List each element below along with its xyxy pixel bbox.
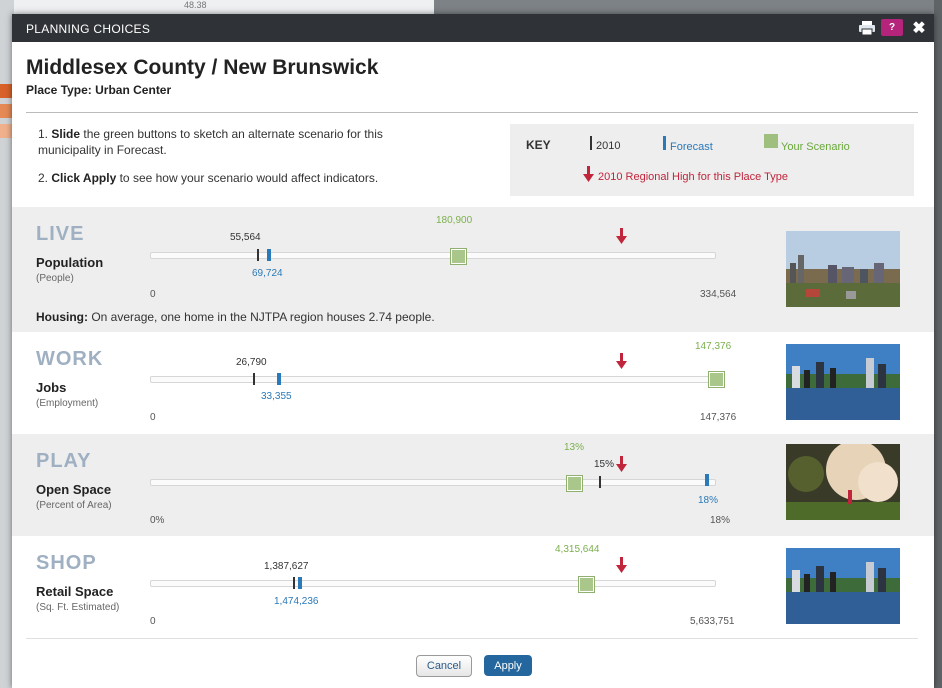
- indicator-label: Population: [36, 255, 104, 270]
- slider-track[interactable]: [150, 580, 716, 587]
- slider-track[interactable]: [150, 479, 716, 486]
- section-title: SHOP: [36, 552, 97, 574]
- forecast-marker-icon: [663, 136, 666, 150]
- indicator-unit: (Employment): [36, 398, 99, 409]
- scenario-value: 180,900: [436, 215, 473, 226]
- forecast-value: 69,724: [252, 268, 283, 279]
- help-icon[interactable]: ?: [881, 19, 903, 36]
- axis-max: 18%: [710, 515, 731, 526]
- divider: [26, 112, 918, 113]
- divider: [26, 638, 918, 639]
- key-regional-high: 2010 Regional High for this Place Type: [598, 171, 788, 183]
- cancel-button[interactable]: Cancel: [416, 655, 472, 677]
- forecast-marker: [267, 249, 271, 261]
- axis-max: 334,564: [700, 289, 737, 300]
- baseline-marker: [293, 577, 295, 589]
- regional-high-arrow-icon: [583, 166, 594, 182]
- section-play: PLAY Open Space (Percent of Area) 13% 15…: [12, 434, 934, 536]
- scenario-value: 4,315,644: [555, 544, 600, 555]
- scenario-value: 147,376: [695, 341, 732, 352]
- scenario-slider-handle[interactable]: [578, 576, 595, 593]
- river-skyline-photo: [786, 344, 900, 420]
- axis-min: 0%: [150, 515, 165, 526]
- baseline-marker-icon: [590, 136, 592, 150]
- instruction-1: 1. Slide the green buttons to sketch an …: [38, 127, 383, 157]
- scenario-slider-handle[interactable]: [450, 248, 467, 265]
- axis-min: 0: [150, 616, 156, 627]
- slider-track[interactable]: [150, 376, 716, 383]
- axis-max: 5,633,751: [690, 616, 735, 627]
- planning-choices-dialog: PLANNING CHOICES ? ✖ Middlesex County / …: [12, 14, 934, 688]
- dialog-title: PLANNING CHOICES: [26, 22, 151, 36]
- indicator-unit: (Percent of Area): [36, 500, 112, 511]
- park-tree-photo: [786, 444, 900, 520]
- forecast-marker: [277, 373, 281, 385]
- indicator-unit: (People): [36, 273, 74, 284]
- section-shop: SHOP Retail Space (Sq. Ft. Estimated) 4,…: [12, 536, 934, 638]
- key-label: KEY: [526, 138, 551, 152]
- section-title: LIVE: [36, 223, 85, 245]
- key-forecast: Forecast: [670, 141, 713, 153]
- regional-high-arrow-icon: [616, 353, 627, 369]
- baseline-value: 1,387,627: [264, 561, 309, 572]
- city-skyline-photo: [786, 231, 900, 307]
- baseline-marker: [599, 476, 601, 488]
- regional-high-arrow-icon: [616, 557, 627, 573]
- forecast-value: 33,355: [261, 391, 292, 402]
- indicator-label: Open Space: [36, 482, 112, 497]
- close-icon[interactable]: ✖: [911, 19, 927, 37]
- regional-high-arrow-icon: [616, 456, 627, 472]
- scenario-value: 13%: [564, 442, 585, 453]
- forecast-marker: [705, 474, 709, 486]
- axis-min: 0: [150, 412, 156, 423]
- key-2010: 2010: [596, 140, 621, 152]
- baseline-value: 15%: [594, 459, 615, 470]
- baseline-marker: [257, 249, 259, 261]
- apply-button[interactable]: Apply: [484, 655, 532, 676]
- page-title: Middlesex County / New Brunswick: [26, 56, 379, 79]
- regional-high-arrow-icon: [616, 228, 627, 244]
- dialog-titlebar: PLANNING CHOICES ? ✖: [12, 14, 934, 42]
- forecast-marker: [298, 577, 302, 589]
- axis-min: 0: [150, 289, 156, 300]
- instruction-2: 2. Click Apply to see how your scenario …: [38, 171, 379, 185]
- baseline-value: 55,564: [230, 232, 261, 243]
- scenario-marker-icon: [764, 134, 778, 148]
- forecast-value: 1,474,236: [274, 596, 319, 607]
- baseline-value: 26,790: [236, 357, 267, 368]
- section-title: WORK: [36, 348, 104, 370]
- housing-note: Housing: On average, one home in the NJT…: [36, 310, 435, 324]
- scenario-slider-handle[interactable]: [708, 371, 725, 388]
- section-live: LIVE Population (People) 180,900 55,564 …: [12, 207, 934, 332]
- background-value: 48.38: [184, 0, 207, 10]
- legend-key: KEY 2010 Forecast Your Scenario 2010 Reg…: [510, 124, 914, 196]
- indicator-label: Retail Space: [36, 584, 114, 599]
- baseline-marker: [253, 373, 255, 385]
- forecast-value: 18%: [698, 495, 719, 506]
- background-scrollbar: [934, 0, 942, 688]
- print-icon[interactable]: [858, 19, 876, 36]
- indicator-label: Jobs: [36, 380, 67, 395]
- section-work: WORK Jobs (Employment) 147,376 26,790 33…: [12, 332, 934, 434]
- indicator-unit: (Sq. Ft. Estimated): [36, 602, 120, 613]
- place-type: Place Type: Urban Center: [26, 83, 172, 97]
- axis-max: 147,376: [700, 412, 737, 423]
- key-scenario: Your Scenario: [781, 141, 850, 153]
- scenario-slider-handle[interactable]: [566, 475, 583, 492]
- section-title: PLAY: [36, 450, 92, 472]
- river-skyline-photo: [786, 548, 900, 624]
- slider-track[interactable]: [150, 252, 716, 259]
